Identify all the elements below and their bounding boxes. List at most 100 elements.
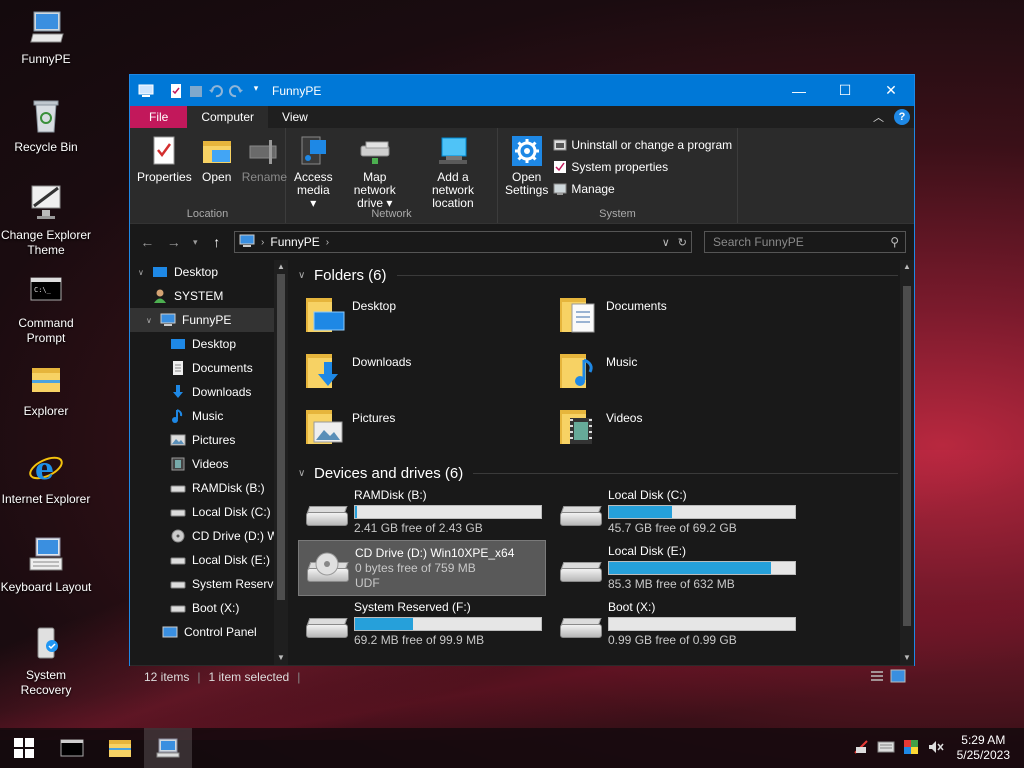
new-folder-icon[interactable]	[188, 83, 204, 99]
drive-item-cd-drive[interactable]: CD Drive (D:) Win10XPE_x64 0 bytes free …	[298, 540, 546, 596]
rename-button[interactable]: Rename	[239, 134, 290, 208]
scroll-down-icon[interactable]: ▼	[900, 651, 914, 665]
color-picker-icon[interactable]	[903, 739, 919, 758]
large-icons-view-icon[interactable]	[890, 669, 906, 686]
collapse-ribbon-icon[interactable]: ︿	[873, 109, 884, 125]
chevron-down-icon[interactable]: ∨	[138, 268, 148, 277]
nav-item-cd-drive[interactable]: CD Drive (D:) W	[130, 524, 288, 548]
breadcrumb-chevron-icon[interactable]: ›	[326, 237, 329, 248]
desktop-icon-change-explorer-theme[interactable]: Change Explorer Theme	[0, 184, 92, 258]
taskbar-command-prompt[interactable]	[48, 728, 96, 768]
nav-scrollbar[interactable]: ▲ ▼	[274, 260, 288, 665]
drive-item-system-reserved[interactable]: System Reserved (F:) 69.2 MB free of 99.…	[298, 596, 552, 652]
desktop-folder-icon	[302, 292, 346, 336]
chevron-down-icon[interactable]: ∨	[298, 468, 314, 479]
nav-item-local-disk-c[interactable]: Local Disk (C:)	[130, 500, 288, 524]
taskbar-file-explorer[interactable]	[96, 728, 144, 768]
properties-button[interactable]: Properties	[134, 134, 195, 208]
close-button[interactable]: ✕	[868, 75, 914, 106]
open-button[interactable]: Open	[197, 134, 237, 208]
desktop-icon-explorer[interactable]: Explorer	[0, 360, 92, 419]
nav-item-desktop-folder[interactable]: Desktop	[130, 332, 288, 356]
help-icon[interactable]: ?	[894, 109, 910, 125]
nav-item-system-reserved[interactable]: System Reserve	[130, 572, 288, 596]
open-settings-button[interactable]: Open Settings	[502, 134, 551, 208]
refresh-icon[interactable]: ↻	[678, 236, 687, 249]
tab-file[interactable]: File	[130, 106, 188, 128]
folders-section-header[interactable]: ∨ Folders (6)	[298, 264, 914, 286]
access-media-button[interactable]: Access media ▾	[290, 134, 337, 210]
map-network-drive-button[interactable]: Map network drive ▾	[339, 134, 411, 210]
properties-label: Properties	[137, 170, 192, 184]
maximize-button[interactable]: ☐	[822, 75, 868, 106]
nav-item-pictures[interactable]: Pictures	[130, 428, 288, 452]
desktop-icon-command-prompt[interactable]: C:\_ Command Prompt	[0, 272, 92, 346]
recent-locations-button[interactable]: ▾	[191, 237, 199, 248]
scrollbar-thumb[interactable]	[277, 274, 285, 600]
drive-item-local-disk-c[interactable]: Local Disk (C:) 45.7 GB free of 69.2 GB	[552, 484, 806, 540]
speaker-muted-icon[interactable]	[927, 739, 945, 758]
search-icon[interactable]: ⚲	[890, 235, 899, 249]
drive-item-boot[interactable]: Boot (X:) 0.99 GB free of 0.99 GB	[552, 596, 806, 652]
undo-icon[interactable]	[208, 83, 224, 99]
folder-item-documents[interactable]: Documents	[552, 286, 806, 342]
minimize-button[interactable]: ―	[776, 75, 822, 106]
scroll-up-icon[interactable]: ▲	[900, 260, 914, 274]
nav-item-funnype[interactable]: ∨ FunnyPE	[130, 308, 288, 332]
folder-item-videos[interactable]: Videos	[552, 398, 806, 454]
nav-item-local-disk-e[interactable]: Local Disk (E:)	[130, 548, 288, 572]
system-properties-button[interactable]: System properties	[553, 158, 732, 176]
start-button[interactable]	[0, 728, 48, 768]
scrollbar-thumb[interactable]	[903, 286, 911, 626]
address-bar[interactable]: › FunnyPE › ∨ ↻	[234, 231, 693, 253]
folder-item-desktop[interactable]: Desktop	[298, 286, 552, 342]
nav-item-control-panel[interactable]: Control Panel	[130, 620, 288, 644]
tab-view[interactable]: View	[268, 106, 322, 128]
taskbar-clock[interactable]: 5:29 AM 5/25/2023	[953, 733, 1014, 763]
back-button[interactable]: ←	[138, 234, 157, 250]
desktop-icon-keyboard-layout[interactable]: Keyboard Layout	[0, 536, 92, 595]
desktop-icon-funnype[interactable]: FunnyPE	[0, 8, 92, 67]
tab-computer[interactable]: Computer	[187, 106, 269, 128]
desktop-icon-system-recovery[interactable]: System Recovery	[0, 624, 92, 698]
forward-button[interactable]: →	[165, 234, 184, 250]
drives-section-header[interactable]: ∨ Devices and drives (6)	[298, 462, 914, 484]
manage-button[interactable]: Manage	[553, 180, 732, 198]
network-status-icon[interactable]	[853, 739, 869, 758]
drive-item-ramdisk[interactable]: RAMDisk (B:) 2.41 GB free of 2.43 GB	[298, 484, 552, 540]
nav-item-desktop[interactable]: ∨ Desktop	[130, 260, 288, 284]
drive-item-local-disk-e[interactable]: Local Disk (E:) 85.3 MB free of 632 MB	[552, 540, 806, 596]
desktop-icon-internet-explorer[interactable]: e Internet Explorer	[0, 448, 92, 507]
content-scrollbar[interactable]: ▲ ▼	[900, 260, 914, 665]
desktop-icon-recycle-bin[interactable]: Recycle Bin	[0, 96, 92, 155]
up-button[interactable]: ↑	[207, 234, 226, 250]
redo-icon[interactable]	[228, 83, 244, 99]
add-network-location-button[interactable]: Add a network location	[413, 134, 493, 210]
nav-item-system[interactable]: SYSTEM	[130, 284, 288, 308]
nav-item-videos[interactable]: Videos	[130, 452, 288, 476]
scroll-down-icon[interactable]: ▼	[274, 651, 288, 665]
breadcrumb-path[interactable]: FunnyPE	[270, 235, 319, 249]
nav-item-music[interactable]: Music	[130, 404, 288, 428]
folder-item-music[interactable]: Music	[552, 342, 806, 398]
chevron-down-icon[interactable]: ∨	[146, 316, 156, 325]
keyboard-icon[interactable]	[877, 740, 895, 757]
taskbar-funnype-window[interactable]	[144, 728, 192, 768]
chevron-down-icon[interactable]: ▾	[248, 83, 264, 99]
folder-item-pictures[interactable]: Pictures	[298, 398, 552, 454]
nav-item-downloads[interactable]: Downloads	[130, 380, 288, 404]
details-view-icon[interactable]	[870, 669, 884, 686]
nav-item-boot[interactable]: Boot (X:)	[130, 596, 288, 620]
desktop-icon	[152, 264, 168, 280]
chevron-down-icon[interactable]: ∨	[662, 236, 670, 249]
keyboard-icon	[26, 536, 66, 576]
nav-item-documents[interactable]: Documents	[130, 356, 288, 380]
folder-item-downloads[interactable]: Downloads	[298, 342, 552, 398]
title-bar[interactable]: ▾ FunnyPE ― ☐ ✕	[130, 75, 914, 106]
uninstall-program-button[interactable]: Uninstall or change a program	[553, 136, 732, 154]
nav-item-ramdisk[interactable]: RAMDisk (B:)	[130, 476, 288, 500]
search-input[interactable]: Search FunnyPE ⚲	[704, 231, 907, 253]
chevron-down-icon[interactable]: ∨	[298, 270, 314, 281]
scroll-up-icon[interactable]: ▲	[274, 260, 288, 274]
properties-icon[interactable]	[168, 83, 184, 99]
